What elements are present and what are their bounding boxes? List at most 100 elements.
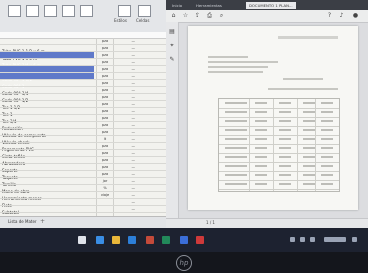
cell-description[interactable]: Cinta teflón	[0, 143, 94, 159]
cell-unit[interactable]: pza	[96, 150, 113, 156]
table-row[interactable]: Pegamento PVC lt —	[0, 136, 166, 152]
store-icon[interactable]	[128, 236, 136, 244]
table-row[interactable]: Codo 90° 1 1/2 pza —	[0, 66, 166, 82]
styles-icon[interactable]	[118, 5, 131, 17]
zoom-icon[interactable]: ⌕	[218, 12, 225, 19]
table-row[interactable]: Taquete pza —	[0, 164, 166, 180]
cell-description[interactable]: Válvula check	[0, 129, 94, 145]
table-row[interactable]: Flete viaje —	[0, 192, 166, 208]
table-row[interactable]: Tee 1 pza —	[0, 101, 166, 117]
cell-grid[interactable]: Tubo PVC 1 1/2 x 6 mpza—Tubo PVC 1 x 6 m…	[0, 38, 166, 229]
search-icon[interactable]	[78, 236, 86, 244]
cell-description[interactable]: Tee 1 1/2	[0, 94, 94, 110]
cell-unit[interactable]: pza	[96, 143, 113, 149]
format-icon[interactable]	[8, 5, 21, 17]
cell-amount[interactable]: —	[113, 192, 137, 198]
cell-description[interactable]: Codo 90° 1 1/2	[0, 66, 94, 82]
cell-amount[interactable]: —	[113, 94, 137, 100]
attachment-icon[interactable]: ✎	[168, 56, 176, 64]
cell-unit[interactable]: pza	[96, 45, 113, 51]
cell-amount[interactable]: —	[113, 129, 137, 135]
cell-unit[interactable]: pza	[96, 73, 113, 79]
table-row[interactable]: Cinta teflón pza —	[0, 143, 166, 159]
cell-unit[interactable]: pza	[96, 164, 113, 170]
cell-description[interactable]: Tornillo	[0, 171, 94, 187]
cell-unit[interactable]	[96, 206, 113, 212]
cell-unit[interactable]: pza	[96, 38, 113, 44]
cell-amount[interactable]: —	[113, 150, 137, 156]
cell-unit[interactable]: pza	[96, 157, 113, 163]
cell-description[interactable]: Tubo PVC 3/4 x 6 m	[0, 52, 94, 68]
office-icon[interactable]	[146, 236, 154, 244]
cell-amount[interactable]: —	[113, 122, 137, 128]
network-icon[interactable]	[290, 237, 295, 242]
table-row[interactable]: Tubo PVC 1 x 6 m pza —	[0, 45, 166, 61]
clock-icon[interactable]	[324, 237, 346, 242]
insert-icon[interactable]	[62, 5, 75, 17]
battery-icon[interactable]	[310, 237, 315, 242]
cell-unit[interactable]: pza	[96, 129, 113, 135]
cell-amount[interactable]: —	[113, 136, 137, 142]
cell-unit[interactable]: pza	[96, 66, 113, 72]
cell-amount[interactable]: —	[113, 171, 137, 177]
cell-description[interactable]: Codo 90° 1/2	[0, 87, 94, 103]
cell-unit[interactable]: pza	[96, 59, 113, 65]
table-row[interactable]: IVA —	[0, 206, 166, 222]
cell-unit[interactable]: pza	[96, 171, 113, 177]
table-row[interactable]: Tornillo pza —	[0, 171, 166, 187]
home-icon[interactable]: ⌂	[170, 12, 177, 19]
cell-description[interactable]: Tubo PVC 1/2 x 6 m	[0, 59, 94, 75]
cell-description[interactable]: Codo 90° 1	[0, 73, 94, 89]
sheet-tab[interactable]: Lista de Mater	[8, 219, 37, 224]
cell-description[interactable]: Tee 3/4	[0, 108, 94, 124]
table-row[interactable]: Soporte pza —	[0, 157, 166, 173]
table-row[interactable]: Reducción pza —	[0, 115, 166, 131]
tab-document[interactable]: DOCUMENTO 1 PLAN...	[246, 2, 296, 9]
cell-unit[interactable]: pza	[96, 108, 113, 114]
cell-unit[interactable]: pza	[96, 101, 113, 107]
bookmark-icon[interactable]: ⌖	[168, 42, 176, 50]
table-row[interactable]: Subtotal —	[0, 199, 166, 215]
table-row[interactable]: Tubo PVC 3/4 x 6 mpza—	[0, 52, 166, 68]
table-row[interactable]: Válvula check pza —	[0, 129, 166, 145]
cell-description[interactable]: Soporte	[0, 157, 94, 173]
table-row[interactable]: Abrazadera pza —	[0, 150, 166, 166]
table-row[interactable]: Mano de obra jor —	[0, 178, 166, 194]
cell-unit[interactable]: jor	[96, 178, 113, 184]
cell-unit[interactable]: pza	[96, 122, 113, 128]
cell-amount[interactable]: —	[113, 108, 137, 114]
help-icon[interactable]: ?	[326, 12, 333, 19]
cells-icon[interactable]	[138, 5, 151, 17]
table-row[interactable]: Tee 1 1/2 pza —	[0, 94, 166, 110]
cell-description[interactable]: Taquete	[0, 164, 94, 180]
cell-description[interactable]: Mano de obra	[0, 178, 94, 194]
cell-style-icon[interactable]	[44, 5, 57, 17]
cell-unit[interactable]: pza	[96, 94, 113, 100]
cell-unit[interactable]: pza	[96, 52, 113, 58]
cell-description[interactable]: Subtotal	[0, 199, 94, 215]
pages-icon[interactable]: ▤	[168, 28, 176, 36]
add-sheet-icon[interactable]: +	[40, 218, 45, 225]
table-row[interactable]: Tubo PVC 1 1/2 x 6 mpza—	[0, 38, 166, 54]
cell-unit[interactable]: pza	[96, 115, 113, 121]
star-icon[interactable]: ☆	[182, 12, 189, 19]
bell-icon[interactable]: ♪	[338, 12, 345, 19]
cell-amount[interactable]: —	[113, 38, 137, 44]
cell-amount[interactable]: —	[113, 45, 137, 51]
notification-icon[interactable]	[352, 237, 357, 242]
cell-amount[interactable]: —	[113, 185, 137, 191]
cell-unit[interactable]: pza	[96, 80, 113, 86]
cell-amount[interactable]: —	[113, 157, 137, 163]
browser-icon[interactable]	[96, 236, 104, 244]
volume-icon[interactable]	[300, 237, 305, 242]
word-icon[interactable]	[180, 236, 188, 244]
cell-description[interactable]: Pegamento PVC	[0, 136, 94, 152]
table-row[interactable]: Codo 90° 1 pza —	[0, 73, 166, 89]
table-row[interactable]: Herramienta menor% —	[0, 185, 166, 201]
cell-description[interactable]: Tee 1	[0, 101, 94, 117]
table-icon[interactable]	[26, 5, 39, 17]
cell-amount[interactable]: —	[113, 73, 137, 79]
print-icon[interactable]: ⎙	[206, 12, 213, 19]
cell-amount[interactable]: —	[113, 143, 137, 149]
cell-amount[interactable]: —	[113, 199, 137, 205]
